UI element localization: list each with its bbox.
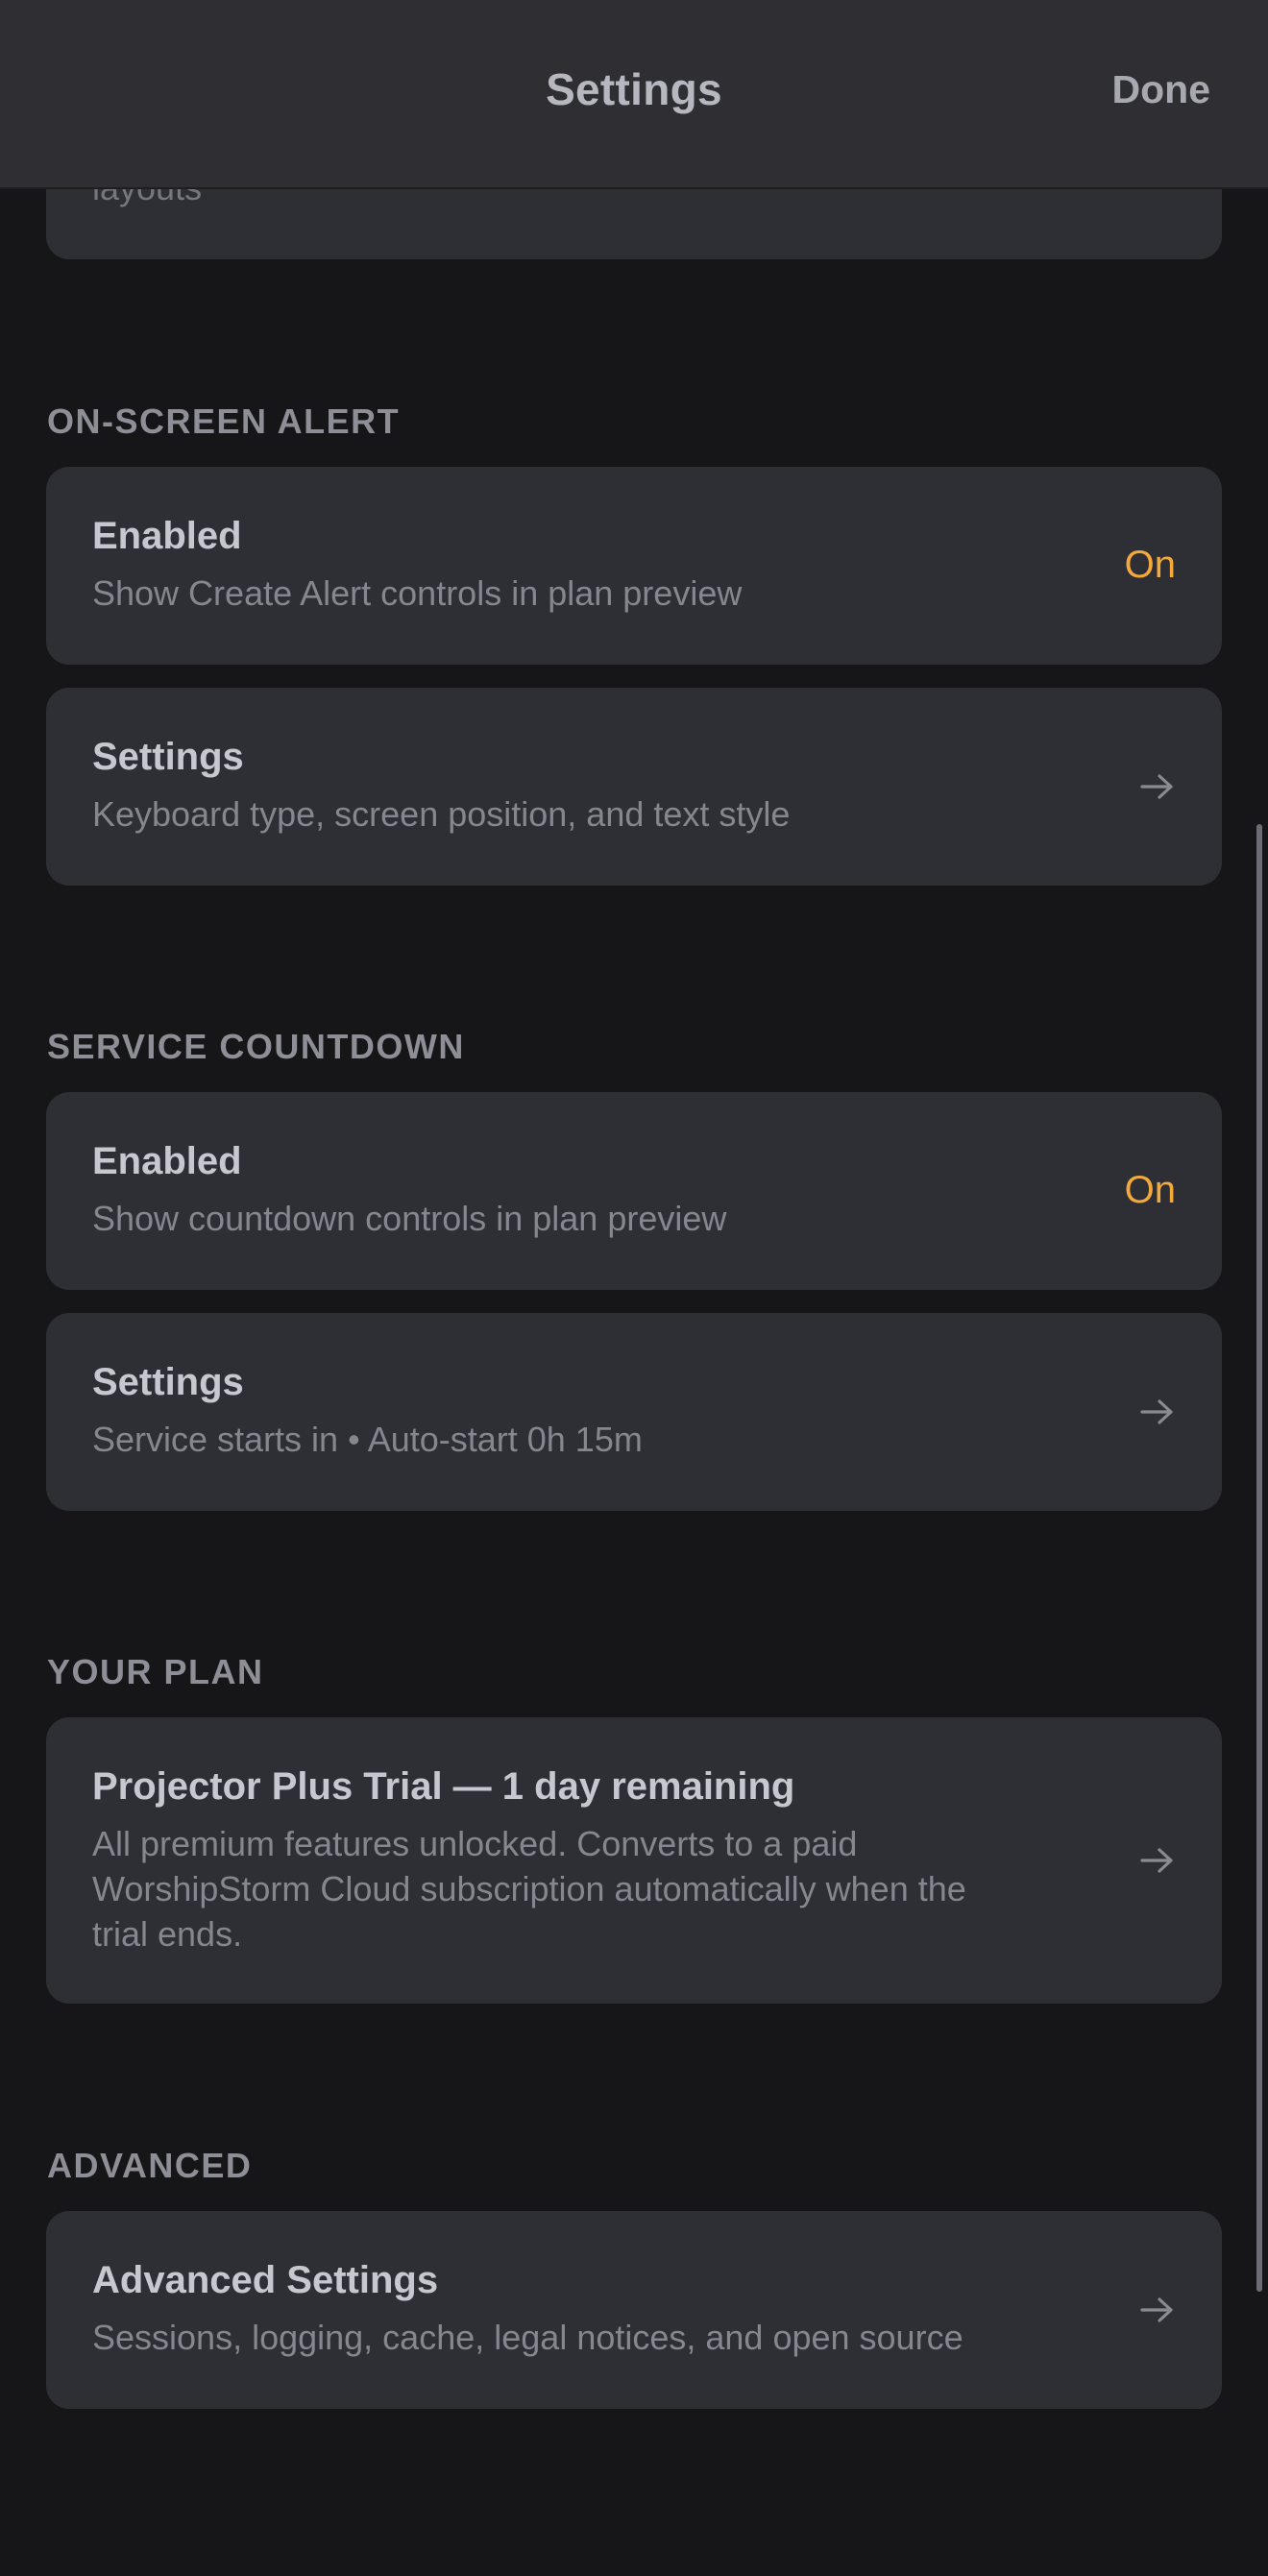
advanced-settings-row[interactable]: Advanced Settings Sessions, logging, cac… (46, 2211, 1222, 2409)
navigation-bar: Settings Done (0, 0, 1268, 189)
countdown-enabled-value[interactable]: On (1125, 1169, 1176, 1212)
settings-screen: layouts ON-SCREEN ALERT Enabled Show Cre… (0, 0, 1268, 2576)
countdown-settings-row[interactable]: Settings Service starts in • Auto-start … (46, 1313, 1222, 1511)
vertical-scrollbar[interactable] (1256, 824, 1262, 2292)
done-button[interactable]: Done (1112, 67, 1211, 112)
countdown-enabled-title: Enabled (92, 1140, 242, 1182)
arrow-right-icon (1139, 1397, 1176, 1426)
plan-trial-subtitle-line-3: trial ends. (92, 1914, 243, 1954)
alert-enabled-row[interactable]: Enabled Show Create Alert controls in pl… (46, 467, 1222, 665)
section-header-service-countdown: SERVICE COUNTDOWN (47, 1027, 465, 1066)
alert-enabled-title: Enabled (92, 515, 242, 557)
alert-enabled-subtitle: Show Create Alert controls in plan previ… (92, 573, 743, 613)
alert-settings-row[interactable]: Settings Keyboard type, screen position,… (46, 688, 1222, 886)
alert-enabled-value[interactable]: On (1125, 544, 1176, 587)
plan-trial-row[interactable]: Projector Plus Trial — 1 day remaining A… (46, 1717, 1222, 2004)
plan-trial-subtitle-line-2: WorshipStorm Cloud subscription automati… (92, 1869, 966, 1908)
countdown-enabled-subtitle: Show countdown controls in plan preview (92, 1199, 727, 1238)
countdown-settings-title: Settings (92, 1361, 244, 1403)
section-header-your-plan: YOUR PLAN (47, 1652, 264, 1691)
countdown-settings-subtitle: Service starts in • Auto-start 0h 15m (92, 1420, 643, 1459)
countdown-enabled-row[interactable]: Enabled Show countdown controls in plan … (46, 1092, 1222, 1290)
alert-settings-subtitle: Keyboard type, screen position, and text… (92, 794, 791, 834)
arrow-right-icon (1139, 2296, 1176, 2324)
arrow-right-icon (1139, 772, 1176, 801)
advanced-settings-subtitle: Sessions, logging, cache, legal notices,… (92, 2318, 963, 2357)
plan-trial-subtitle-line-1: All premium features unlocked. Converts … (92, 1824, 858, 1863)
section-header-advanced: ADVANCED (47, 2146, 253, 2185)
section-header-on-screen-alert: ON-SCREEN ALERT (47, 401, 401, 441)
advanced-settings-title: Advanced Settings (92, 2259, 439, 2301)
settings-list[interactable]: layouts ON-SCREEN ALERT Enabled Show Cre… (0, 0, 1268, 2576)
plan-trial-title: Projector Plus Trial — 1 day remaining (92, 1765, 795, 1808)
page-title: Settings (546, 64, 722, 114)
alert-settings-title: Settings (92, 736, 244, 778)
arrow-right-icon (1139, 1846, 1176, 1875)
